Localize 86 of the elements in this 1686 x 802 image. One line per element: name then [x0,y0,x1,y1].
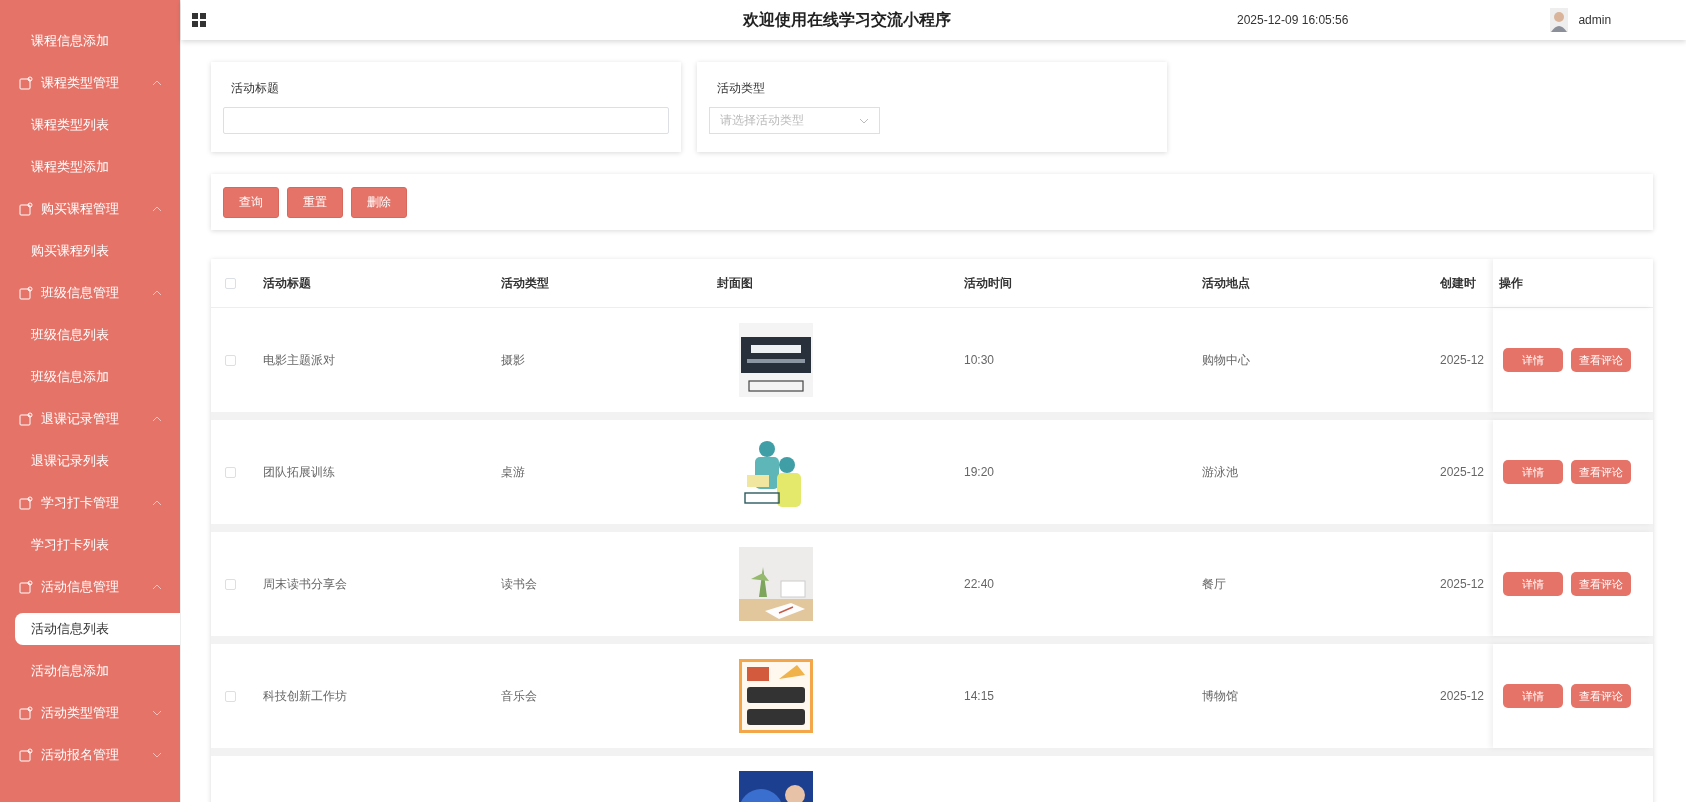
checkbox[interactable] [225,277,236,289]
menu-group[interactable]: 活动报名管理 [0,734,180,776]
table-cell: 22:40 [964,577,995,591]
menu-item[interactable]: 购买课程列表 [0,230,180,272]
table-cell: 博物馆 [1202,688,1238,703]
menu-group[interactable]: 活动信息管理 [0,566,180,608]
column-header: 活动时间 [964,275,1012,290]
chevron-icon [152,414,162,424]
table-cell: 2025-12 [1440,689,1485,703]
column-header: 活动地点 [1202,275,1250,290]
table-cell: 摄影 [501,352,525,367]
action-button[interactable]: 删除 [351,186,407,218]
table-cell: 19:20 [964,465,995,479]
column-header: 创建时 [1440,275,1476,290]
table-cell: 游泳池 [1202,464,1238,479]
row-button[interactable]: 查看评论 [1571,684,1631,708]
type-select[interactable]: 请选择活动类型 [709,107,880,134]
checkbox[interactable] [225,578,236,590]
table-cell: 购物中心 [1202,352,1250,367]
menu-item[interactable]: 课程信息添加 [0,20,180,62]
column-header: 活动标题 [263,275,311,290]
column-header: 封面图 [717,275,753,290]
menu-item[interactable]: 课程类型添加 [0,146,180,188]
row-button[interactable]: 查看评论 [1571,348,1631,372]
chevron-icon [152,204,162,214]
menu-group[interactable]: 学习打卡管理 [0,482,180,524]
document-icon [19,748,33,762]
chevron-icon [152,78,162,88]
column-header: 活动类型 [501,275,549,290]
menu-item[interactable]: 活动信息添加 [0,650,180,692]
document-icon [19,286,33,300]
checkbox[interactable] [225,466,236,478]
row-button[interactable]: 详情 [1503,348,1563,372]
chevron-icon [152,498,162,508]
row-button[interactable]: 查看评论 [1571,460,1631,484]
date-time: 2025-12-09 16:05:56 [1237,13,1349,27]
chevron-icon [152,750,162,760]
table-cell: 餐厅 [1202,576,1226,591]
table-cell: 周末读书分享会 [263,576,347,591]
table-cell: 团队拓展训练 [263,464,335,479]
document-icon [19,580,33,594]
document-icon [19,496,33,510]
row-button[interactable]: 详情 [1503,684,1563,708]
field-label: 活动类型 [717,80,766,97]
row-button[interactable]: 详情 [1503,460,1563,484]
menu-group[interactable]: 退课记录管理 [0,398,180,440]
row-button[interactable]: 查看评论 [1571,572,1631,596]
table-cell: 读书会 [501,576,537,591]
column-header: 操作 [1499,274,1523,292]
avatar-icon[interactable] [1550,8,1569,32]
menu-group[interactable]: 班级信息管理 [0,272,180,314]
menu-item[interactable]: 退课记录列表 [0,440,180,482]
table-cell: 科技创新工作坊 [263,688,347,703]
checkbox[interactable] [225,354,236,366]
table-cell: 电影主题派对 [263,352,335,367]
menu-item[interactable]: 班级信息添加 [0,356,180,398]
action-button[interactable]: 重置 [287,186,343,218]
chevron-icon [152,288,162,298]
chevron-icon [152,582,162,592]
table-cell: 2025-12 [1440,465,1485,479]
table-cell: 音乐会 [501,688,537,703]
grid-icon[interactable] [191,12,207,28]
menu-item[interactable]: 活动信息列表 [15,613,180,645]
document-icon [19,412,33,426]
table-cell: 2025-12 [1440,353,1485,367]
document-icon [19,76,33,90]
table-cell: 10:30 [964,353,995,367]
table-cell: 桌游 [501,464,525,479]
app-title: 欢迎使用在线学习交流小程序 [743,9,951,30]
title-input[interactable] [223,107,669,134]
checkbox[interactable] [225,690,236,702]
table-cell: 2025-12 [1440,577,1485,591]
menu-group[interactable]: 活动类型管理 [0,692,180,734]
menu-group[interactable]: 课程类型管理 [0,62,180,104]
menu-item[interactable]: 班级信息列表 [0,314,180,356]
document-icon [19,202,33,216]
action-button[interactable]: 查询 [223,186,279,218]
field-label: 活动标题 [231,80,280,97]
user-name[interactable]: admin [1578,13,1612,27]
table-cell: 14:15 [964,689,995,703]
menu-item[interactable]: 学习打卡列表 [0,524,180,566]
chevron-icon [152,708,162,718]
menu-group[interactable]: 购买课程管理 [0,188,180,230]
menu-item[interactable]: 课程类型列表 [0,104,180,146]
document-icon [19,706,33,720]
row-button[interactable]: 详情 [1503,572,1563,596]
